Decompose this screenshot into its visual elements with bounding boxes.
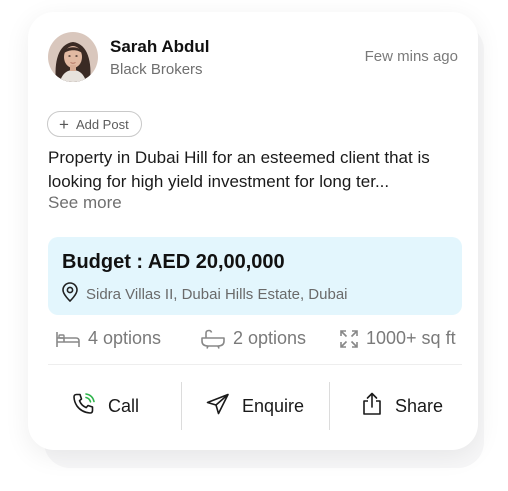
company-name: Black Brokers — [110, 61, 203, 78]
add-post-button[interactable]: + Add Post — [47, 111, 142, 137]
enquire-button[interactable]: Enquire — [206, 380, 304, 432]
actions-divider — [48, 364, 462, 365]
phone-icon — [72, 392, 96, 421]
action-bar: Call Enquire Share — [36, 380, 476, 432]
location-text: Sidra Villas II, Dubai Hills Estate, Dub… — [86, 285, 348, 303]
budget-panel: Budget : AED 20,00,000 Sidra Villas II, … — [48, 237, 462, 315]
share-label: Share — [395, 395, 444, 416]
location-row: Sidra Villas II, Dubai Hills Estate, Dub… — [62, 282, 348, 306]
add-post-label: Add Post — [75, 116, 129, 132]
share-button[interactable]: Share — [361, 380, 443, 432]
send-icon — [206, 393, 230, 420]
feature-area: 1000+ sq ft — [340, 328, 456, 349]
see-more-link[interactable]: See more — [48, 193, 122, 213]
feature-label: 4 options — [88, 328, 162, 348]
call-button[interactable]: Call — [72, 380, 139, 432]
feature-bathrooms: 2 options — [201, 328, 306, 349]
feature-label: 2 options — [233, 328, 307, 348]
area-expand-icon — [340, 329, 358, 348]
bath-icon — [201, 329, 225, 349]
share-icon — [361, 392, 383, 421]
author-name[interactable]: Sarah Abdul — [110, 37, 210, 57]
budget-amount: Budget : AED 20,00,000 — [62, 251, 285, 273]
feature-label: 1000+ sq ft — [366, 328, 456, 348]
avatar[interactable] — [48, 32, 98, 82]
plus-icon: + — [59, 114, 69, 134]
features-row: 4 options 2 options 1000+ sq ft — [56, 328, 466, 352]
action-separator — [329, 382, 330, 430]
enquire-label: Enquire — [242, 395, 305, 416]
feature-bedrooms: 4 options — [56, 328, 161, 349]
post-timestamp: Few mins ago — [364, 48, 458, 65]
location-pin-icon — [62, 282, 78, 306]
call-label: Call — [108, 395, 140, 416]
post-description: Property in Dubai Hill for an esteemed c… — [48, 148, 430, 191]
bed-icon — [56, 330, 80, 348]
action-separator — [181, 382, 182, 430]
